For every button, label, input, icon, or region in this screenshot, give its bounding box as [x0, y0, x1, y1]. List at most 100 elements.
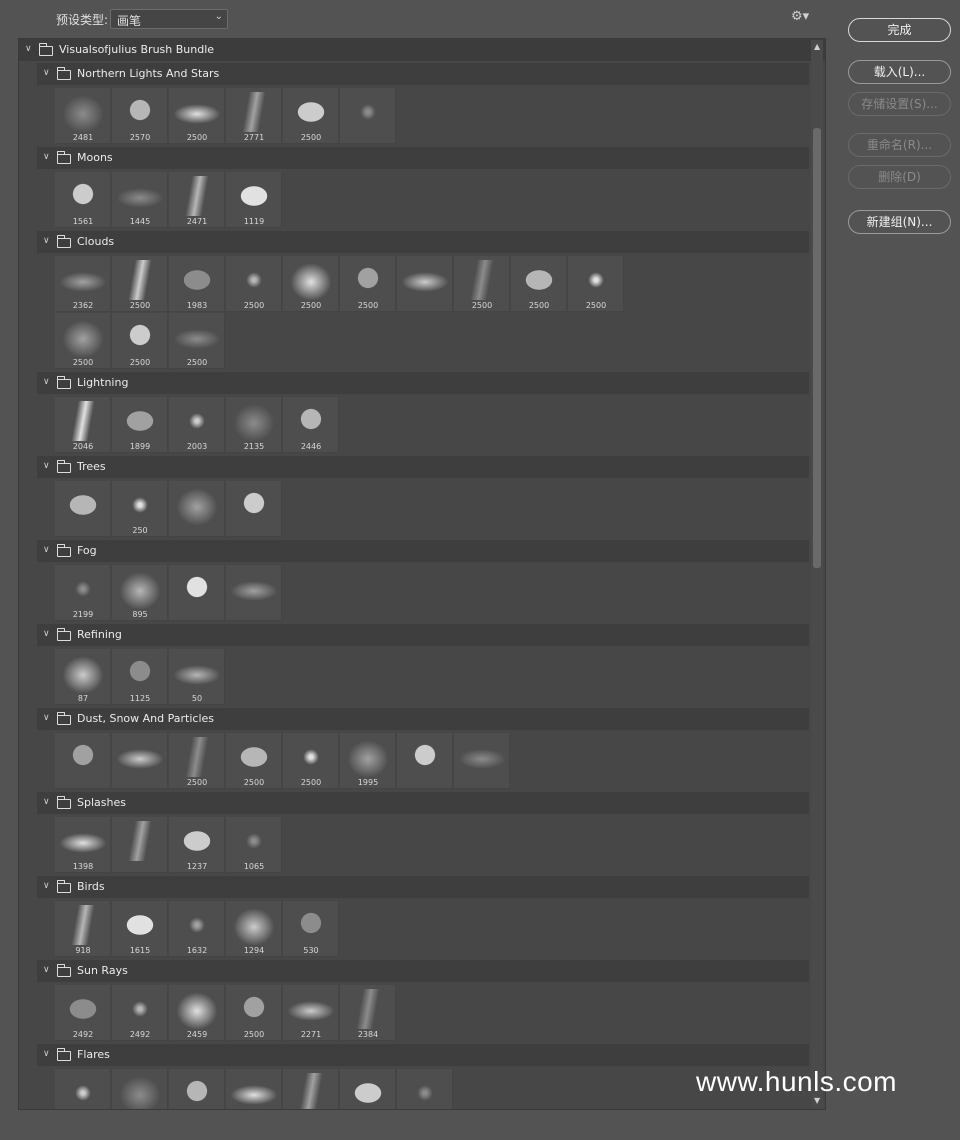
caret-down-icon[interactable]: ∨ [43, 68, 50, 78]
brush-tile[interactable]: 2446 [283, 397, 339, 453]
scroll-up-icon[interactable]: ▲ [814, 42, 820, 51]
brush-tile[interactable]: 2500 [169, 1069, 225, 1109]
brush-tile[interactable]: 50 [169, 649, 225, 705]
group-header[interactable]: ∨ Dust, Snow And Particles [37, 708, 809, 730]
caret-down-icon[interactable]: ∨ [43, 881, 50, 891]
brush-tile[interactable]: 2500 [283, 256, 339, 312]
vertical-scrollbar[interactable] [811, 40, 823, 1108]
brush-tile[interactable]: 2500 [112, 256, 168, 312]
group-header[interactable]: ∨ Splashes [37, 792, 809, 814]
brush-tile[interactable]: 2362 [55, 256, 111, 312]
brush-tile[interactable]: 1316 [340, 1069, 396, 1109]
brush-tile[interactable]: 1323 [112, 1069, 168, 1109]
caret-down-icon[interactable]: ∨ [43, 545, 50, 555]
caret-down-icon[interactable]: ∨ [43, 797, 50, 807]
brush-tile[interactable]: 2500 [55, 313, 111, 369]
caret-down-icon[interactable]: ∨ [43, 236, 50, 246]
brush-tile[interactable]: 2135 [226, 397, 282, 453]
brush-tile[interactable]: 1899 [112, 397, 168, 453]
brush-tile[interactable]: 1119 [226, 172, 282, 228]
gear-icon[interactable]: ⚙▾ [791, 9, 809, 24]
group-header[interactable]: ∨ Moons [37, 147, 809, 169]
save-settings-button[interactable]: 存储设置(S)... [848, 92, 951, 116]
new-group-button[interactable]: 新建组(N)... [848, 210, 951, 234]
brush-tile[interactable]: 530 [283, 901, 339, 957]
brush-tile[interactable]: 2492 [112, 985, 168, 1041]
brush-tile[interactable]: 2500 [226, 985, 282, 1041]
brush-tile[interactable]: 2500 [283, 733, 339, 789]
brush-tile[interactable]: 918 [55, 901, 111, 957]
brush-tile[interactable]: 2459 [169, 985, 225, 1041]
brush-tile[interactable]: 1983 [169, 256, 225, 312]
brush-tile[interactable]: 2046 [55, 397, 111, 453]
group-header[interactable]: ∨ Clouds [37, 231, 809, 253]
caret-down-icon[interactable]: ∨ [43, 713, 50, 723]
brush-tile[interactable]: 2570 [112, 88, 168, 144]
group-header[interactable]: ∨ Sun Rays [37, 960, 809, 982]
brush-tile[interactable]: 1995 [340, 733, 396, 789]
brush-tile[interactable]: 2500 [226, 733, 282, 789]
brush-tile[interactable]: 87 [55, 649, 111, 705]
caret-down-icon[interactable]: ∨ [43, 377, 50, 387]
brush-tile[interactable]: 2500 [568, 256, 624, 312]
brush-tile[interactable]: 2500 [226, 256, 282, 312]
brush-tile[interactable] [112, 733, 168, 789]
rename-button[interactable]: 重命名(R)... [848, 133, 951, 157]
brush-tile[interactable]: 2492 [55, 985, 111, 1041]
group-header[interactable]: ∨ Trees [37, 456, 809, 478]
brush-tile[interactable]: 1445 [112, 172, 168, 228]
brush-tile[interactable]: 2471 [169, 172, 225, 228]
brush-tile[interactable]: 2481 [55, 88, 111, 144]
brush-tile[interactable]: 2003 [169, 397, 225, 453]
brush-tile[interactable]: 1615 [112, 901, 168, 957]
brush-tile[interactable]: 2500 [169, 313, 225, 369]
brush-tile[interactable]: 250 [112, 481, 168, 537]
brush-tile[interactable] [454, 733, 510, 789]
delete-button[interactable]: 删除(D) [848, 165, 951, 189]
brush-tile[interactable] [55, 733, 111, 789]
done-button[interactable]: 完成 [848, 18, 951, 42]
brush-tile[interactable] [226, 565, 282, 621]
brush-tile[interactable]: 1065 [226, 817, 282, 873]
group-header[interactable]: ∨ Northern Lights And Stars [37, 63, 809, 85]
group-header[interactable]: ∨ Lightning [37, 372, 809, 394]
brush-tile[interactable] [397, 256, 453, 312]
brush-tile[interactable]: 400 [397, 1069, 453, 1109]
brush-tile[interactable]: 2199 [55, 565, 111, 621]
brush-tile[interactable]: 895 [112, 565, 168, 621]
scrollbar-thumb[interactable] [813, 128, 821, 568]
caret-down-icon[interactable]: ∨ [43, 965, 50, 975]
brush-tile[interactable] [169, 481, 225, 537]
brush-tile[interactable]: 2500 [340, 256, 396, 312]
brush-tile[interactable]: 1294 [226, 901, 282, 957]
brush-tile[interactable]: 2500 [169, 733, 225, 789]
brush-tile[interactable] [169, 565, 225, 621]
brush-tile[interactable]: 2500 [169, 88, 225, 144]
brush-tile[interactable]: 1237 [169, 817, 225, 873]
preset-type-select[interactable]: 画笔 ⌄ [110, 9, 228, 29]
group-header[interactable]: ∨ Fog [37, 540, 809, 562]
brush-tile[interactable]: 2168 [226, 1069, 282, 1109]
caret-down-icon[interactable]: ∨ [43, 461, 50, 471]
caret-down-icon[interactable]: ∨ [25, 44, 32, 54]
brush-tile[interactable]: 2500 [454, 256, 510, 312]
brush-tile[interactable]: 2349 [283, 1069, 339, 1109]
brush-tile[interactable]: 2271 [283, 985, 339, 1041]
group-header[interactable]: ∨ Birds [37, 876, 809, 898]
caret-down-icon[interactable]: ∨ [43, 629, 50, 639]
brush-tile[interactable] [55, 481, 111, 537]
brush-tile[interactable]: 1398 [55, 817, 111, 873]
brush-tile[interactable] [112, 817, 168, 873]
root-group-header[interactable]: ∨ Visualsofjulius Brush Bundle [19, 39, 825, 61]
caret-down-icon[interactable]: ∨ [43, 152, 50, 162]
brush-tile[interactable]: 1561 [55, 172, 111, 228]
load-button[interactable]: 载入(L)... [848, 60, 951, 84]
brush-tile[interactable]: 2389 [55, 1069, 111, 1109]
brush-tile[interactable]: 2500 [283, 88, 339, 144]
brush-tile[interactable]: 2771 [226, 88, 282, 144]
brush-tile[interactable]: 1125 [112, 649, 168, 705]
brush-tile[interactable] [226, 481, 282, 537]
brush-tile[interactable]: 2384 [340, 985, 396, 1041]
caret-down-icon[interactable]: ∨ [43, 1049, 50, 1059]
brush-tile[interactable]: 2500 [112, 313, 168, 369]
